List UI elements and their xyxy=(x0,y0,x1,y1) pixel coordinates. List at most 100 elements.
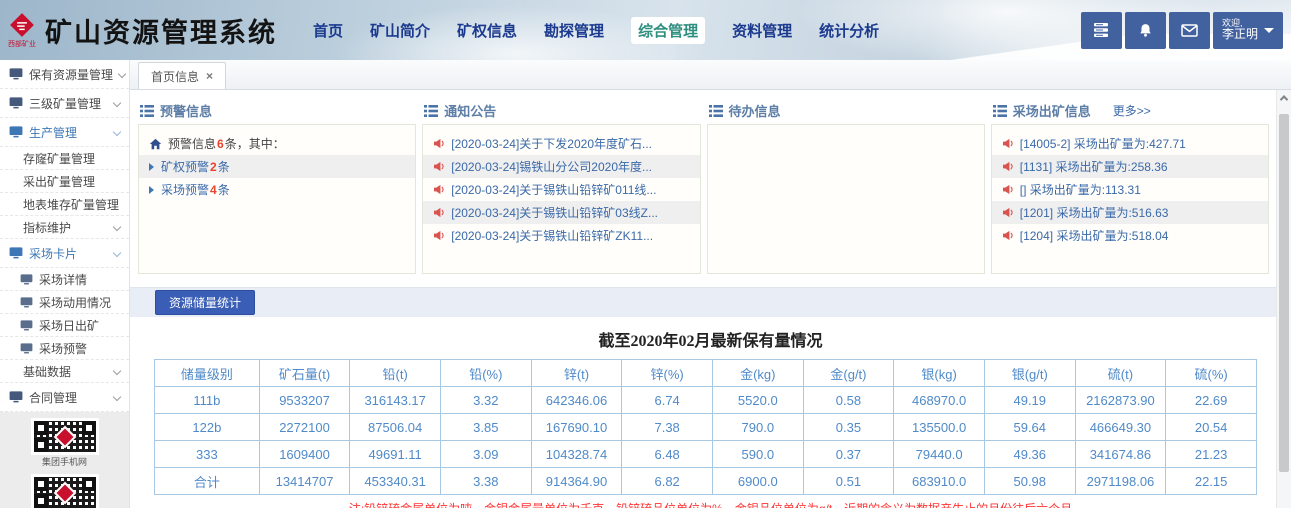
panel-title: 待办信息 xyxy=(729,101,781,120)
cell: 790.0 xyxy=(712,414,803,441)
notice-text: [2020-03-24]关于锡铁山铅锌矿011线... xyxy=(451,181,656,198)
brand-mark: 西部矿业 xyxy=(8,12,36,49)
cell: 20.54 xyxy=(1166,414,1257,441)
cell: 0.51 xyxy=(803,468,894,495)
alert-item-count: 4 xyxy=(210,183,217,197)
nav-item-documents[interactable]: 资料管理 xyxy=(732,20,792,41)
notice-item[interactable]: [2020-03-24]锡铁山分公司2020年度... xyxy=(423,155,699,178)
cell: 7.38 xyxy=(622,414,713,441)
sidebar-item-base-data[interactable]: 基础数据 xyxy=(0,360,129,383)
notifications-button[interactable] xyxy=(1125,12,1166,49)
sidebar-item-extracted-ore[interactable]: 采出矿量管理 xyxy=(0,170,129,193)
cell: 316143.17 xyxy=(350,387,441,414)
table-row-total: 合计13414707453340.313.38914364.906.826900… xyxy=(155,468,1257,495)
sidebar-item-indicator-maintenance[interactable]: 指标维护 xyxy=(0,216,129,239)
brand-logo: 西部矿业 矿山资源管理系统 xyxy=(0,11,289,50)
megaphone-icon xyxy=(433,161,446,172)
sidebar-item-label: 采场动用情况 xyxy=(39,294,111,311)
chevron-down-icon xyxy=(113,249,121,257)
main-nav: 首页 矿山简介 矿权信息 勘探管理 综合管理 资料管理 统计分析 xyxy=(313,17,879,44)
notice-item[interactable]: [2020-03-24]关于锡铁山铅锌矿011线... xyxy=(423,178,699,201)
alerts-summary-count: 6 xyxy=(217,137,224,151)
nav-item-comprehensive[interactable]: 综合管理 xyxy=(631,17,705,44)
monitor-icon xyxy=(9,247,23,259)
mining-output-item[interactable]: [] 采场出矿量为:113.31 xyxy=(992,178,1268,201)
main-area: 首页信息 × 预警信息 预警信息6条 xyxy=(130,60,1291,508)
alert-item-mining-rights[interactable]: 矿权预警2条 xyxy=(139,155,415,178)
sidebar-item-contract-mgmt[interactable]: 合同管理 xyxy=(0,383,129,412)
qr-code-group-mobile xyxy=(34,421,96,452)
qr-corner xyxy=(82,421,96,435)
notice-item[interactable]: [2020-03-24]关于下发2020年度矿石... xyxy=(423,132,699,155)
megaphone-icon xyxy=(433,207,446,218)
megaphone-icon xyxy=(1002,207,1015,218)
sidebar-item-label: 合同管理 xyxy=(29,389,77,406)
qr-corner xyxy=(34,438,48,452)
qr-logo-mark xyxy=(53,481,76,504)
notice-item[interactable]: [2020-03-24]关于锡铁山铅锌矿03线Z... xyxy=(423,201,699,224)
close-icon[interactable]: × xyxy=(206,69,213,83)
more-link[interactable]: 更多>> xyxy=(1113,102,1151,119)
sidebar-item-production-mgmt[interactable]: 生产管理 xyxy=(0,118,129,147)
cell: 914364.90 xyxy=(531,468,622,495)
sidebar-item-stope-daily-output[interactable]: 采场日出矿 xyxy=(0,314,129,337)
mining-output-item[interactable]: [14005-2] 采场出矿量为:427.71 xyxy=(992,132,1268,155)
app-title: 矿山资源管理系统 xyxy=(45,11,277,50)
qr-corner xyxy=(34,494,48,508)
sidebar-item-reserve-resources[interactable]: 保有资源量管理 xyxy=(0,60,129,89)
sidebar-item-label: 采出矿量管理 xyxy=(23,173,95,190)
cell: 2272100 xyxy=(259,414,350,441)
nav-item-exploration[interactable]: 勘探管理 xyxy=(544,20,604,41)
menu-list-button[interactable] xyxy=(1081,12,1122,49)
cell: 0.35 xyxy=(803,414,894,441)
nav-item-statistics[interactable]: 统计分析 xyxy=(819,20,879,41)
mining-output-item[interactable]: [1131] 采场出矿量为:258.36 xyxy=(992,155,1268,178)
mining-output-text: [1201] 采场出矿量为:516.63 xyxy=(1020,204,1169,221)
megaphone-icon xyxy=(1002,184,1015,195)
mining-output-item[interactable]: [1204] 采场出矿量为:518.04 xyxy=(992,224,1268,247)
cell: 49691.11 xyxy=(350,441,441,468)
panel-alerts-body: 预警信息6条，其中： 矿权预警2条 采场预警4条 xyxy=(138,124,416,274)
nav-item-home[interactable]: 首页 xyxy=(313,20,343,41)
nav-item-mine-intro[interactable]: 矿山简介 xyxy=(370,20,430,41)
panel-todos-header: 待办信息 xyxy=(707,97,985,124)
notice-text: [2020-03-24]锡铁山分公司2020年度... xyxy=(451,158,652,175)
chevron-down-icon xyxy=(113,393,121,401)
stats-title: 截至2020年02月最新保有量情况 xyxy=(130,327,1291,351)
mining-output-text: [] 采场出矿量为:113.31 xyxy=(1020,181,1141,198)
qr-corner xyxy=(82,477,96,491)
col-header: 储量级别 xyxy=(155,360,260,387)
scrollbar-thumb[interactable] xyxy=(1279,114,1289,472)
scroll-up-arrow[interactable] xyxy=(1277,90,1291,106)
chevron-up-icon xyxy=(1280,95,1288,103)
sidebar-item-label: 存窿矿量管理 xyxy=(23,150,95,167)
tab-resource-reserve-stats[interactable]: 资源储量统计 xyxy=(155,290,255,315)
chevron-down-icon xyxy=(113,367,121,375)
stats-tab-bar: 资源储量统计 xyxy=(130,287,1291,317)
sidebar-item-surface-stockpile[interactable]: 地表堆存矿量管理 xyxy=(0,193,129,216)
sidebar-item-stope-alert[interactable]: 采场预警 xyxy=(0,337,129,360)
app-header: 西部矿业 矿山资源管理系统 首页 矿山简介 矿权信息 勘探管理 综合管理 资料管… xyxy=(0,0,1291,60)
user-menu[interactable]: 欢迎, 李正明 xyxy=(1213,12,1283,49)
col-header: 金(kg) xyxy=(712,360,803,387)
resource-stats-section: 资源储量统计 截至2020年02月最新保有量情况 储量级别 矿石量(t) 铅(t… xyxy=(130,287,1291,508)
tab-home-info[interactable]: 首页信息 × xyxy=(138,62,226,89)
notice-item[interactable]: [2020-03-24]关于锡铁山铅锌矿ZK11... xyxy=(423,224,699,247)
sidebar-item-stored-ore[interactable]: 存窿矿量管理 xyxy=(0,147,129,170)
sidebar-item-label: 生产管理 xyxy=(29,124,77,141)
cell: 87506.04 xyxy=(350,414,441,441)
header-actions: 欢迎, 李正明 xyxy=(1081,12,1283,49)
nav-item-mining-rights[interactable]: 矿权信息 xyxy=(457,20,517,41)
sidebar-item-stope-usage[interactable]: 采场动用情况 xyxy=(0,291,129,314)
sidebar-item-stope-details[interactable]: 采场详情 xyxy=(0,268,129,291)
dashboard-panels: 预警信息 预警信息6条，其中： 矿权预警2条 xyxy=(138,97,1269,274)
alert-item-stope[interactable]: 采场预警4条 xyxy=(139,178,415,201)
cell: 合计 xyxy=(155,468,260,495)
sidebar-item-three-level-ore[interactable]: 三级矿量管理 xyxy=(0,89,129,118)
mining-output-item[interactable]: [1201] 采场出矿量为:516.63 xyxy=(992,201,1268,224)
alerts-summary: 预警信息6条，其中： xyxy=(139,132,415,155)
notice-text: [2020-03-24]关于锡铁山铅锌矿ZK11... xyxy=(451,227,653,244)
sidebar-item-stope-card[interactable]: 采场卡片 xyxy=(0,239,129,268)
vertical-scrollbar[interactable] xyxy=(1276,90,1291,508)
messages-button[interactable] xyxy=(1169,12,1210,49)
